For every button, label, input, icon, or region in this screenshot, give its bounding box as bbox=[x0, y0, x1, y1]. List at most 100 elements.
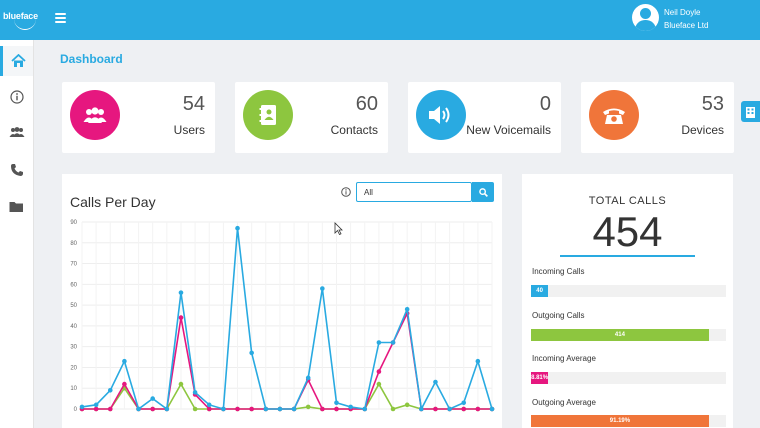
y-tick-label: 0 bbox=[74, 407, 78, 413]
data-point[interactable] bbox=[249, 406, 254, 412]
total-calls-divider bbox=[560, 255, 695, 257]
data-point[interactable] bbox=[348, 404, 353, 410]
data-point[interactable] bbox=[93, 406, 99, 412]
data-point[interactable] bbox=[461, 400, 467, 406]
data-point[interactable] bbox=[192, 390, 198, 395]
data-point[interactable] bbox=[249, 350, 254, 356]
total-calls-label: TOTAL CALLS bbox=[588, 195, 667, 207]
stat-card-contacts[interactable]: 60 Contacts bbox=[235, 82, 388, 153]
y-tick-label: 10 bbox=[70, 386, 77, 392]
users-label: Users bbox=[173, 123, 205, 137]
data-point[interactable] bbox=[206, 402, 212, 408]
user-avatar[interactable] bbox=[632, 4, 659, 31]
user-name[interactable]: Neil Doyle bbox=[664, 8, 700, 17]
data-point[interactable] bbox=[178, 290, 184, 295]
data-point[interactable] bbox=[107, 388, 113, 393]
filter-search-button[interactable] bbox=[472, 182, 494, 202]
data-point[interactable] bbox=[192, 406, 198, 412]
outgoing-calls-fill: 414 bbox=[531, 329, 709, 341]
voicemails-label: New Voicemails bbox=[466, 123, 551, 137]
sidebar-item-users[interactable] bbox=[0, 117, 33, 147]
data-point[interactable] bbox=[305, 375, 311, 381]
data-point[interactable] bbox=[433, 379, 438, 385]
stat-icon-users bbox=[70, 90, 120, 140]
phone-icon bbox=[10, 164, 23, 176]
data-point[interactable] bbox=[235, 406, 240, 412]
incoming-average-bar: 8.81% bbox=[531, 372, 726, 384]
incoming-calls-fill: 40 bbox=[531, 285, 549, 297]
data-point[interactable] bbox=[362, 406, 368, 412]
data-point[interactable] bbox=[305, 404, 311, 410]
devices-count: 53 bbox=[701, 93, 724, 115]
data-point[interactable] bbox=[178, 315, 184, 320]
outgoing-average-bar: 91.19% bbox=[531, 415, 726, 427]
data-point[interactable] bbox=[79, 404, 85, 410]
data-point[interactable] bbox=[150, 396, 155, 401]
outgoing-average-label: Outgoing Average bbox=[532, 398, 596, 407]
data-point[interactable] bbox=[489, 406, 495, 412]
sidebar-item-calls[interactable] bbox=[0, 155, 33, 185]
data-point[interactable] bbox=[390, 340, 396, 345]
users-count: 54 bbox=[182, 93, 205, 115]
data-point[interactable] bbox=[122, 358, 127, 364]
data-point[interactable] bbox=[447, 406, 452, 412]
search-icon bbox=[478, 187, 488, 197]
y-tick-label: 40 bbox=[70, 324, 77, 330]
logo-swoosh bbox=[14, 18, 36, 30]
stat-card-voicemails[interactable]: 0 New Voicemails bbox=[408, 82, 561, 153]
calls-filter-input[interactable] bbox=[356, 182, 472, 202]
sidebar bbox=[0, 40, 34, 428]
data-point[interactable] bbox=[221, 406, 226, 412]
y-tick-label: 90 bbox=[70, 220, 77, 226]
data-point[interactable] bbox=[93, 402, 99, 408]
data-point[interactable] bbox=[433, 406, 438, 412]
menu-toggle-button[interactable] bbox=[55, 13, 66, 23]
y-tick-label: 80 bbox=[70, 241, 77, 247]
data-point[interactable] bbox=[320, 406, 325, 412]
speaker-icon bbox=[429, 106, 450, 124]
data-point[interactable] bbox=[404, 306, 410, 312]
data-point[interactable] bbox=[334, 400, 339, 406]
data-point[interactable] bbox=[150, 406, 155, 412]
data-point[interactable] bbox=[178, 381, 184, 387]
home-icon bbox=[10, 54, 26, 67]
info-icon[interactable] bbox=[341, 187, 351, 197]
data-point[interactable] bbox=[164, 406, 170, 412]
page-title: Dashboard bbox=[60, 52, 123, 66]
data-point[interactable] bbox=[419, 406, 424, 412]
stat-card-users[interactable]: 54 Users bbox=[62, 82, 215, 153]
calls-per-day-panel: Calls Per Day 0 10 20 30 40 50 60 70 80 90 bbox=[62, 174, 502, 428]
data-point[interactable] bbox=[334, 406, 339, 412]
y-tick-label: 20 bbox=[70, 365, 77, 371]
incoming-average-label: Incoming Average bbox=[532, 354, 596, 363]
sidebar-item-files[interactable] bbox=[0, 192, 33, 222]
data-point[interactable] bbox=[376, 340, 382, 345]
data-point[interactable] bbox=[136, 406, 141, 412]
incoming-calls-label: Incoming Calls bbox=[532, 267, 585, 276]
data-point[interactable] bbox=[390, 406, 396, 412]
data-point[interactable] bbox=[263, 406, 269, 412]
data-point[interactable] bbox=[376, 369, 382, 374]
data-point[interactable] bbox=[206, 406, 212, 412]
data-point[interactable] bbox=[122, 381, 127, 387]
data-point[interactable] bbox=[404, 402, 410, 408]
voicemails-count: 0 bbox=[539, 93, 551, 115]
data-point[interactable] bbox=[376, 381, 382, 387]
data-point[interactable] bbox=[107, 406, 113, 412]
data-point[interactable] bbox=[475, 358, 481, 364]
incoming-average-fill: 8.81% bbox=[531, 372, 549, 384]
stat-card-devices[interactable]: 53 Devices bbox=[581, 82, 734, 153]
data-point[interactable] bbox=[320, 286, 325, 291]
sidebar-item-info[interactable] bbox=[0, 82, 33, 112]
outgoing-calls-label: Outgoing Calls bbox=[532, 311, 585, 320]
calls-chart-title: Calls Per Day bbox=[70, 194, 156, 210]
data-point[interactable] bbox=[461, 406, 467, 412]
data-point[interactable] bbox=[475, 406, 481, 412]
sidebar-item-home[interactable] bbox=[0, 46, 33, 76]
floating-panel-tab[interactable] bbox=[741, 101, 760, 122]
data-point[interactable] bbox=[277, 406, 283, 412]
devices-label: Devices bbox=[681, 123, 724, 137]
stat-icon-voicemails bbox=[416, 90, 466, 140]
data-point[interactable] bbox=[291, 406, 297, 412]
data-point[interactable] bbox=[235, 225, 240, 231]
